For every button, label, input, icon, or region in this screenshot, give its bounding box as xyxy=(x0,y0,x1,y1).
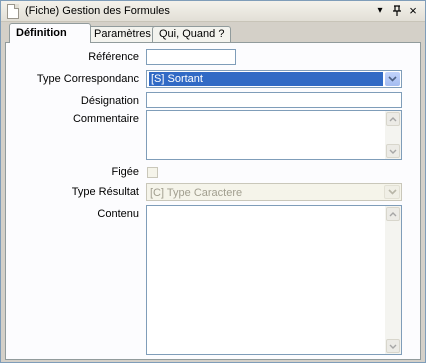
commentaire-textarea[interactable] xyxy=(146,110,402,160)
chevron-down-icon xyxy=(384,185,400,199)
pin-icon[interactable] xyxy=(390,4,404,18)
tab-parametres[interactable]: Paramètres xyxy=(87,26,158,42)
window-menu-dropdown-icon[interactable]: ▾ xyxy=(373,4,387,18)
designation-input[interactable] xyxy=(146,92,402,108)
scroll-up-icon[interactable] xyxy=(386,112,400,126)
definition-panel: Référence Type Correspondanc [S] Sortant… xyxy=(5,42,421,360)
contenu-label: Contenu xyxy=(97,208,139,220)
chevron-down-icon[interactable] xyxy=(385,72,400,86)
figee-label: Figée xyxy=(111,166,139,178)
title-bar: (Fiche) Gestion des Formules ▾ × xyxy=(1,1,425,22)
scroll-down-icon[interactable] xyxy=(386,144,400,158)
designation-label: Désignation xyxy=(80,95,139,107)
type-correspondance-value: [S] Sortant xyxy=(149,72,383,86)
type-correspondance-select[interactable]: [S] Sortant xyxy=(146,70,402,88)
window-frame: (Fiche) Gestion des Formules ▾ × Définit… xyxy=(0,0,426,363)
figee-checkbox[interactable] xyxy=(147,167,158,178)
tab-qui-quand[interactable]: Qui, Quand ? xyxy=(152,26,232,42)
contenu-textarea[interactable] xyxy=(146,205,402,355)
type-correspondance-label: Type Correspondanc xyxy=(36,73,139,85)
type-resultat-select: [C] Type Caractere xyxy=(146,183,402,201)
document-icon xyxy=(7,4,19,19)
scroll-up-icon[interactable] xyxy=(386,207,400,221)
contenu-scrollbar[interactable] xyxy=(385,206,401,354)
tab-definition[interactable]: Définition xyxy=(9,23,91,43)
commentaire-scrollbar[interactable] xyxy=(385,111,401,159)
window-title: (Fiche) Gestion des Formules xyxy=(25,5,170,17)
reference-input[interactable] xyxy=(146,49,236,65)
type-resultat-value: [C] Type Caractere xyxy=(150,187,243,199)
scroll-down-icon[interactable] xyxy=(386,339,400,353)
type-resultat-label: Type Résultat xyxy=(71,186,139,198)
reference-label: Référence xyxy=(88,51,139,63)
close-icon[interactable]: × xyxy=(406,4,420,18)
commentaire-label: Commentaire xyxy=(72,113,139,125)
